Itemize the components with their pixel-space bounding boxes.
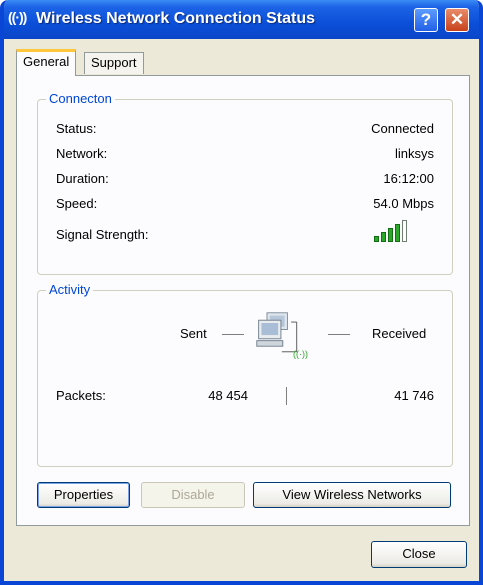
close-window-button[interactable]: ✕ (445, 8, 469, 32)
duration-value: 16:12:00 (383, 171, 434, 186)
signal-bar (402, 220, 407, 242)
wireless-network-icon: ((·)) (8, 9, 27, 25)
window-title: Wireless Network Connection Status (36, 10, 316, 27)
received-line (328, 334, 350, 335)
speed-label: Speed: (56, 196, 98, 211)
title-bar[interactable]: ((·)) Wireless Network Connection Status… (4, 0, 479, 39)
sent-label: Sent (180, 326, 207, 341)
signal-bar (395, 224, 400, 242)
packets-label: Packets: (56, 388, 106, 403)
activity-legend: Activity (46, 282, 94, 297)
status-value: Connected (371, 121, 434, 136)
signal-strength-label: Signal Strength: (56, 227, 149, 242)
properties-button[interactable]: Properties (37, 482, 130, 508)
packets-received-value: 41 746 (394, 388, 434, 403)
speed-value: 54.0 Mbps (373, 196, 434, 211)
wireless-wave-icon: ((·)) (293, 349, 308, 359)
tab-support[interactable]: Support (84, 52, 144, 74)
signal-strength-icon (374, 220, 414, 242)
tab-general[interactable]: General (16, 49, 77, 76)
close-button[interactable]: Close (371, 541, 467, 568)
sent-line (222, 334, 244, 335)
packets-divider (286, 387, 287, 405)
view-wireless-networks-button[interactable]: View Wireless Networks (253, 482, 451, 508)
disable-button[interactable]: Disable (141, 482, 245, 508)
network-value: linksys (394, 146, 434, 161)
signal-bar (388, 228, 393, 242)
connection-legend: Connecton (46, 91, 115, 106)
packets-sent-value: 48 454 (208, 388, 248, 403)
network-label: Network: (56, 146, 108, 161)
general-panel: Connecton Status: Connected Network: lin… (16, 75, 470, 526)
duration-label: Duration: (56, 171, 109, 186)
status-dialog: ((·)) Wireless Network Connection Status… (0, 0, 483, 585)
signal-bar (381, 232, 386, 242)
connection-group: Connecton Status: Connected Network: lin… (37, 91, 453, 275)
received-label: Received (372, 326, 427, 341)
help-button[interactable]: ? (414, 8, 438, 32)
signal-bar (374, 236, 379, 242)
status-label: Status: (56, 121, 97, 136)
activity-group: Activity Sent ((·)) Received Packets: 48… (37, 282, 453, 467)
